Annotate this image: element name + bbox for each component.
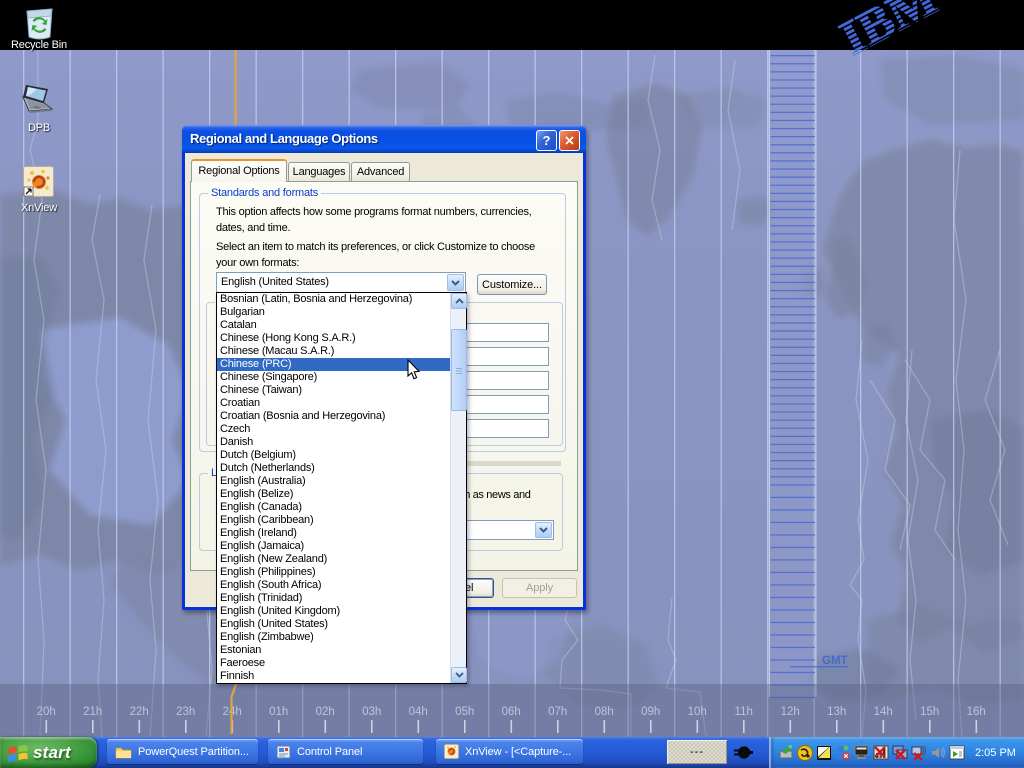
svg-text:13h: 13h <box>827 706 846 718</box>
svg-text:21h: 21h <box>83 706 102 718</box>
svg-text:10h: 10h <box>688 706 707 718</box>
svg-text:01h: 01h <box>269 706 288 718</box>
svg-text:GMT: GMT <box>822 655 848 667</box>
svg-text:14h: 14h <box>874 706 893 718</box>
svg-text:16h: 16h <box>967 706 986 718</box>
svg-text:22h: 22h <box>130 706 149 718</box>
svg-text:15h: 15h <box>920 706 939 718</box>
svg-text:02h: 02h <box>316 706 335 718</box>
svg-text:07h: 07h <box>548 706 567 718</box>
svg-text:09h: 09h <box>641 706 660 718</box>
svg-text:03h: 03h <box>362 706 381 718</box>
svg-text:20h: 20h <box>37 706 56 718</box>
svg-text:06h: 06h <box>502 706 521 718</box>
svg-text:04h: 04h <box>409 706 428 718</box>
svg-text:12h: 12h <box>781 706 800 718</box>
svg-text:05h: 05h <box>455 706 474 718</box>
svg-text:11h: 11h <box>735 706 753 718</box>
svg-text:08h: 08h <box>595 706 614 718</box>
svg-text:23h: 23h <box>176 706 195 718</box>
